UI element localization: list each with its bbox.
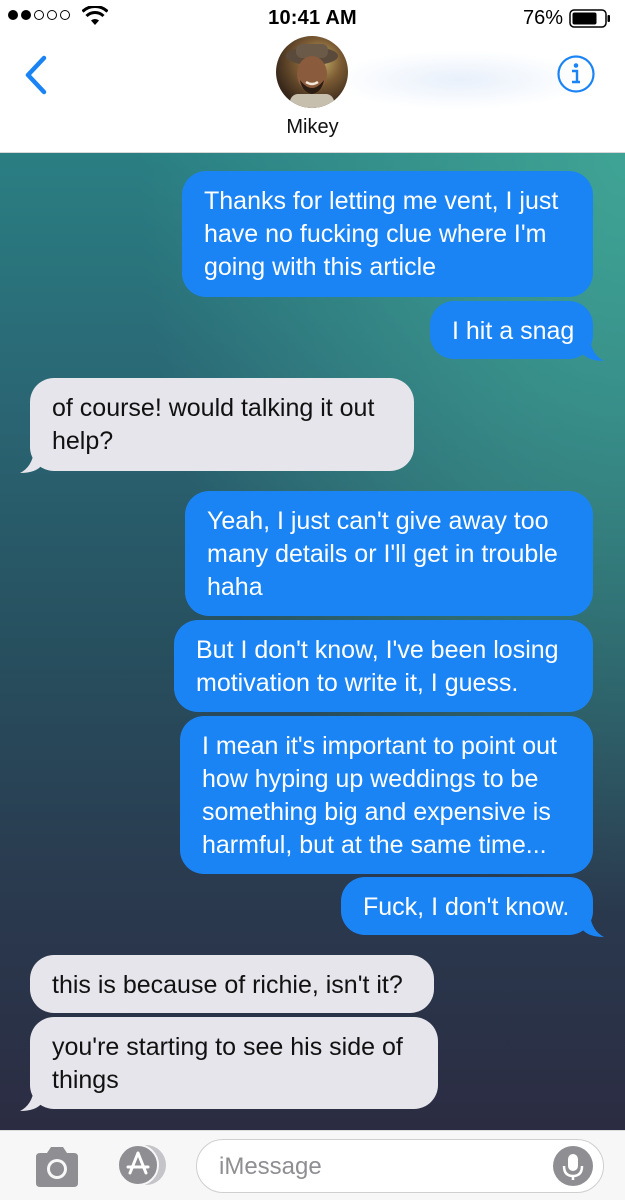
message-line: I mean it's important to point out: [202, 732, 557, 760]
outgoing-message-bubble[interactable]: Yeah, I just can't give away too many de…: [185, 491, 593, 616]
message-transcript[interactable]: Thanks for letting me vent, I just have …: [0, 153, 625, 1130]
outgoing-message-bubble[interactable]: But I don't know, I've been losing motiv…: [174, 620, 593, 712]
bubble-tail: [20, 451, 42, 473]
message-line: harmful, but at the same time...: [202, 831, 547, 859]
battery-icon: [569, 9, 610, 28]
outgoing-message-bubble[interactable]: I hit a snag: [430, 301, 593, 359]
message-line: Yeah, I just can't give away too: [207, 507, 549, 535]
bubble-tail: [582, 339, 604, 361]
avatar[interactable]: [276, 36, 348, 108]
message-line: help?: [52, 427, 114, 455]
chevron-left-icon[interactable]: [22, 54, 52, 96]
conversation-header: Mikey: [0, 36, 625, 153]
incoming-message-bubble[interactable]: this is because of richie, isn't it?: [30, 955, 434, 1013]
outgoing-message-bubble[interactable]: I mean it's important to point out how h…: [180, 716, 593, 874]
message-line: motivation to write it, I guess.: [196, 669, 519, 697]
app-store-icon[interactable]: [114, 1143, 170, 1187]
message-line: haha: [207, 573, 263, 601]
message-line: of course! would talking it out: [52, 394, 375, 422]
message-input-bar: [0, 1130, 625, 1200]
message-text-field[interactable]: [219, 1150, 539, 1184]
message-line: But I don't know, I've been losing: [196, 636, 559, 664]
message-line: things: [52, 1066, 119, 1094]
message-line: you're starting to see his side of: [52, 1033, 403, 1061]
info-icon[interactable]: [556, 54, 596, 94]
microphone-icon[interactable]: [553, 1146, 593, 1186]
message-line: I hit a snag: [452, 317, 575, 345]
status-bar: 10:41 AM 76%: [0, 0, 625, 36]
bubble-tail: [582, 915, 604, 937]
camera-icon[interactable]: [32, 1145, 82, 1189]
outgoing-message-bubble[interactable]: Fuck, I don't know.: [341, 877, 593, 935]
message-line: have no fucking clue where I'm: [204, 220, 547, 248]
bubble-tail: [20, 1089, 42, 1111]
message-line: how hyping up weddings to be: [202, 765, 539, 793]
message-line: something big and expensive is: [202, 798, 551, 826]
incoming-message-bubble[interactable]: of course! would talking it out help?: [30, 378, 414, 471]
message-line: Thanks for letting me vent, I just: [204, 187, 559, 215]
message-line: Fuck, I don't know.: [363, 893, 570, 921]
outgoing-message-bubble[interactable]: Thanks for letting me vent, I just have …: [182, 171, 593, 297]
contact-name[interactable]: Mikey: [0, 116, 625, 139]
message-input[interactable]: [196, 1139, 604, 1193]
message-line: going with this article: [204, 253, 437, 281]
incoming-message-bubble[interactable]: you're starting to see his side of thing…: [30, 1017, 438, 1109]
battery-percentage: 76%: [522, 7, 563, 29]
message-line: this is because of richie, isn't it?: [52, 971, 403, 999]
message-line: many details or I'll get in trouble: [207, 540, 558, 568]
